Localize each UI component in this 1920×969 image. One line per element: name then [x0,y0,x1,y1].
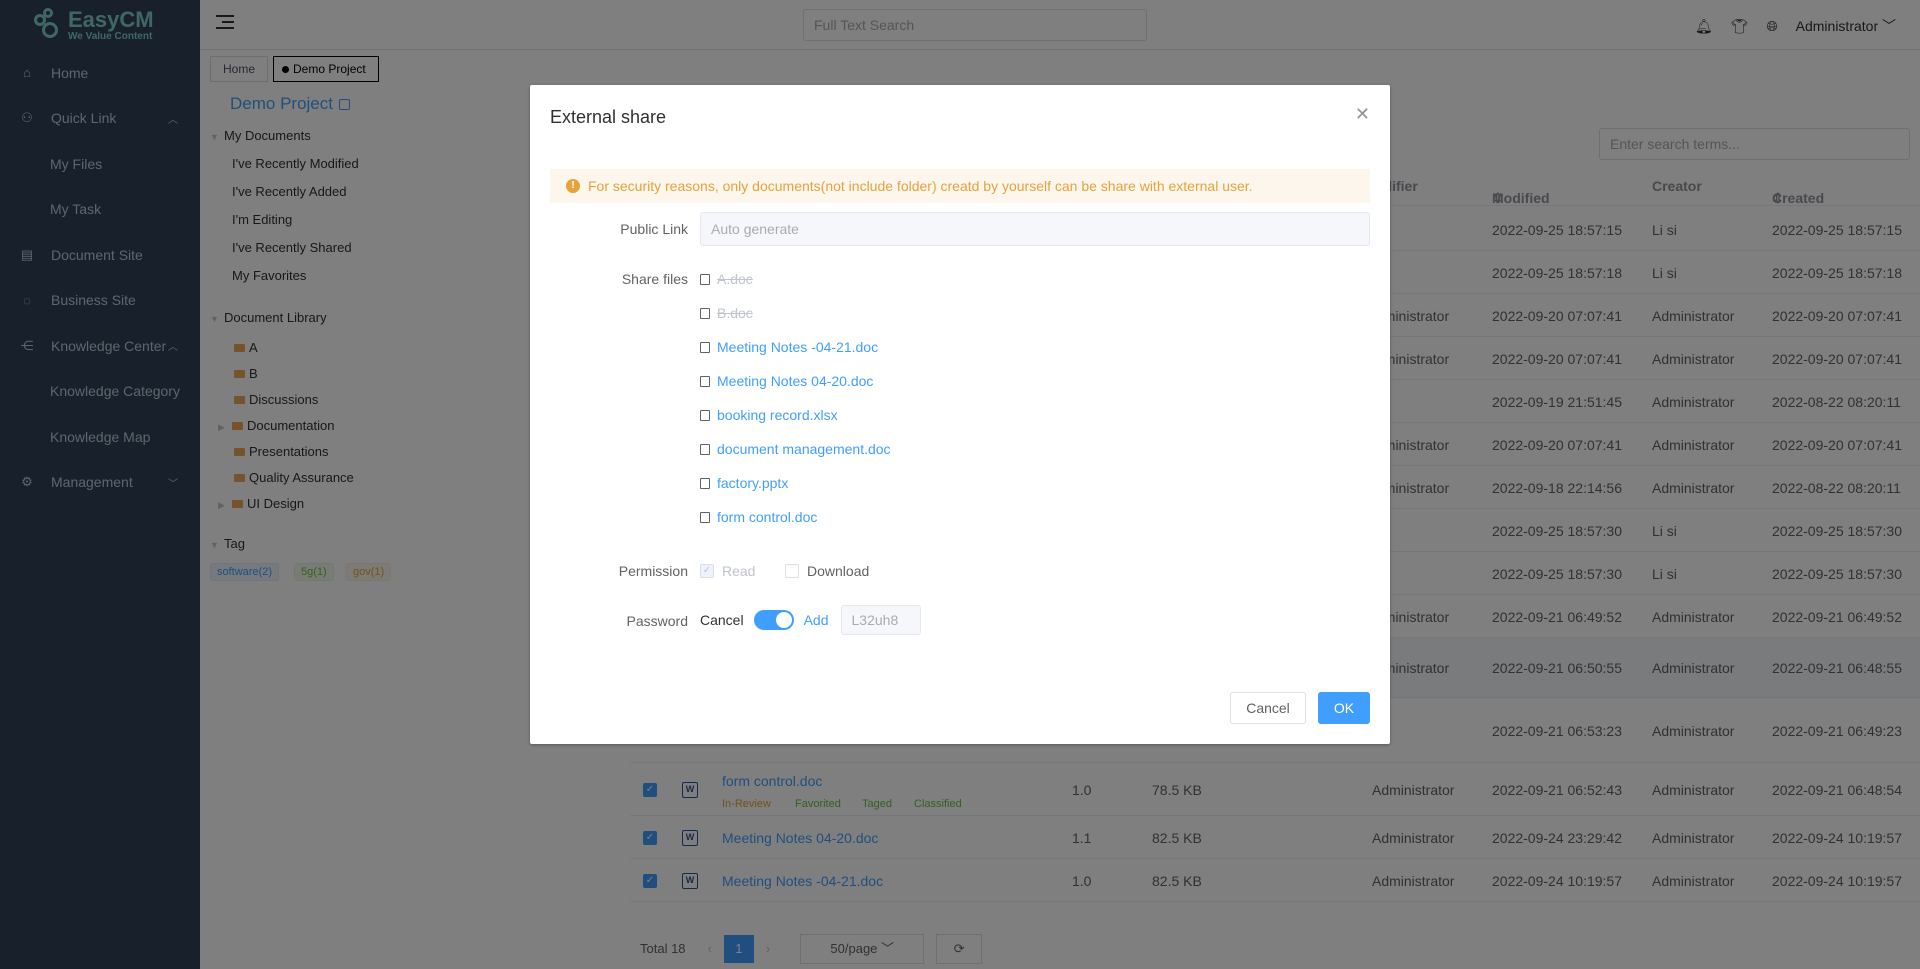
share-file-item: booking record.xlsx [700,407,838,423]
share-file-link[interactable]: factory.pptx [717,475,788,491]
warning-icon: ! [566,179,580,193]
password-input: L32uh8 [840,605,921,635]
perm-read-label: Read [722,563,756,579]
share-file-item: Meeting Notes 04-20.doc [700,373,873,389]
file-icon [700,409,710,421]
share-file-item: form control.doc [700,509,817,525]
share-file-item: factory.pptx [700,475,788,491]
file-icon [700,443,710,455]
password-toggle[interactable] [753,610,794,630]
password-add-label[interactable]: Add [804,612,829,628]
cancel-button[interactable]: Cancel [1230,692,1306,724]
share-file-link[interactable]: document management.doc [717,441,891,457]
share-files-label: Share files [621,271,688,287]
perm-read: ✓ Read [700,563,755,579]
public-link-input: Auto generate [700,212,1370,246]
share-file-link: A.doc [717,271,753,287]
alert-text: For security reasons, only documents(not… [588,178,1253,194]
security-alert: ! For security reasons, only documents(n… [550,169,1370,203]
read-checkbox: ✓ [700,564,714,578]
share-file-link[interactable]: form control.doc [717,509,817,525]
public-link-label: Public Link [620,221,688,237]
share-file-item: B.doc [700,305,753,321]
share-file-item: Meeting Notes -04-21.doc [700,339,878,355]
share-file-item: A.doc [700,271,753,287]
share-file-link[interactable]: Meeting Notes -04-21.doc [717,339,878,355]
password-switch-row: Cancel Add L32uh8 [700,605,921,635]
share-file-item: document management.doc [700,441,891,457]
file-icon [700,375,710,387]
password-label: Password [626,613,688,629]
perm-download[interactable]: Download [785,563,869,579]
close-icon[interactable]: ✕ [1355,105,1370,123]
share-file-link: B.doc [717,305,753,321]
file-icon [700,273,710,285]
ok-button[interactable]: OK [1318,692,1370,724]
password-cancel-label[interactable]: Cancel [700,612,744,628]
file-icon [700,307,710,319]
share-file-link[interactable]: booking record.xlsx [717,407,838,423]
file-icon [700,511,710,523]
download-checkbox[interactable] [785,564,799,578]
perm-download-label: Download [807,563,870,579]
dialog-title: External share [550,107,667,127]
file-icon [700,341,710,353]
share-file-link[interactable]: Meeting Notes 04-20.doc [717,373,873,389]
permission-label: Permission [618,563,688,579]
external-share-dialog: External share ✕ ! For security reasons,… [530,85,1390,744]
file-icon [700,477,710,489]
